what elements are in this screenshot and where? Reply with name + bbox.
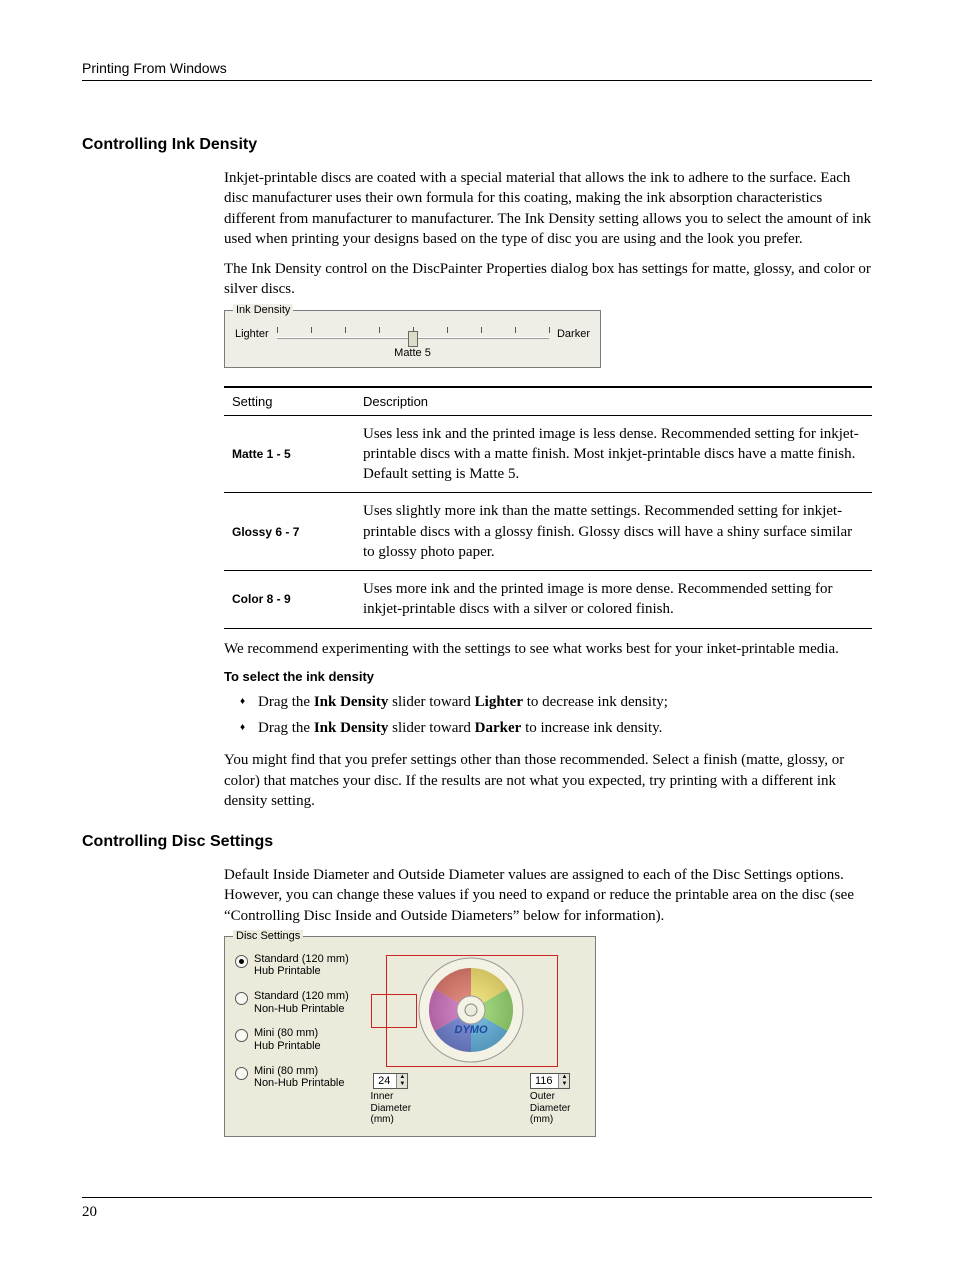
slider-thumb[interactable] xyxy=(408,331,418,347)
para: The Ink Density control on the DiscPaint… xyxy=(224,259,872,300)
ink-density-slider[interactable] xyxy=(277,325,549,343)
para: Default Inside Diameter and Outside Diam… xyxy=(224,865,872,926)
radio-icon xyxy=(235,1067,248,1080)
darker-label: Darker xyxy=(557,328,590,340)
radio-icon xyxy=(235,992,248,1005)
inner-diameter-box xyxy=(371,994,417,1028)
para: You might find that you prefer settings … xyxy=(224,750,872,811)
spinner-buttons[interactable]: ▲▼ xyxy=(559,1074,569,1089)
radio-mini-nonhub[interactable]: Mini (80 mm)Non-Hub Printable xyxy=(235,1065,350,1090)
groupbox-legend: Ink Density xyxy=(233,304,293,316)
running-head: Printing From Windows xyxy=(82,60,872,81)
radio-standard-nonhub[interactable]: Standard (120 mm)Non-Hub Printable xyxy=(235,990,350,1015)
list-item: Drag the Ink Density slider toward Light… xyxy=(224,692,872,712)
para: Inkjet-printable discs are coated with a… xyxy=(224,168,872,249)
col-setting: Setting xyxy=(224,387,355,416)
disc-settings-groupbox: Disc Settings Standard (120 mm)Hub Print… xyxy=(224,936,596,1137)
radio-icon xyxy=(235,1029,248,1042)
radio-standard-hub[interactable]: Standard (120 mm)Hub Printable xyxy=(235,953,350,978)
col-description: Description xyxy=(355,387,872,416)
groupbox-legend: Disc Settings xyxy=(233,930,303,942)
radio-mini-hub[interactable]: Mini (80 mm)Hub Printable xyxy=(235,1027,350,1052)
table-row: Matte 1 - 5 Uses less ink and the printe… xyxy=(224,415,872,493)
list-item: Drag the Ink Density slider toward Darke… xyxy=(224,718,872,738)
table-row: Color 8 - 9 Uses more ink and the printe… xyxy=(224,571,872,629)
slider-value-caption: Matte 5 xyxy=(235,347,590,359)
spinner-buttons[interactable]: ▲▼ xyxy=(397,1074,407,1089)
ink-density-groupbox: Ink Density Lighter Darker xyxy=(224,310,601,368)
heading-disc-settings: Controlling Disc Settings xyxy=(82,833,872,851)
disc-preview-image: DYMO xyxy=(371,951,571,1069)
inner-diameter-spinner[interactable]: 24 ▲▼ xyxy=(373,1073,408,1090)
table-row: Glossy 6 - 7 Uses slightly more ink than… xyxy=(224,493,872,571)
heading-ink-density: Controlling Ink Density xyxy=(82,136,872,154)
procedure-list: Drag the Ink Density slider toward Light… xyxy=(224,692,872,739)
page-number: 20 xyxy=(82,1204,97,1220)
ink-density-settings-table: Setting Description Matte 1 - 5 Uses les… xyxy=(224,386,872,629)
radio-icon xyxy=(235,955,248,968)
page-footer: 20 xyxy=(82,1197,872,1221)
outer-diameter-value: 116 xyxy=(531,1074,560,1089)
lighter-label: Lighter xyxy=(235,328,269,340)
outer-diameter-spinner[interactable]: 116 ▲▼ xyxy=(530,1073,571,1090)
para: We recommend experimenting with the sett… xyxy=(224,639,872,659)
procedure-heading: To select the ink density xyxy=(224,669,872,684)
brand-label: DYMO xyxy=(454,1024,487,1036)
inner-diameter-value: 24 xyxy=(374,1074,397,1089)
disc-icon: DYMO xyxy=(416,955,526,1065)
